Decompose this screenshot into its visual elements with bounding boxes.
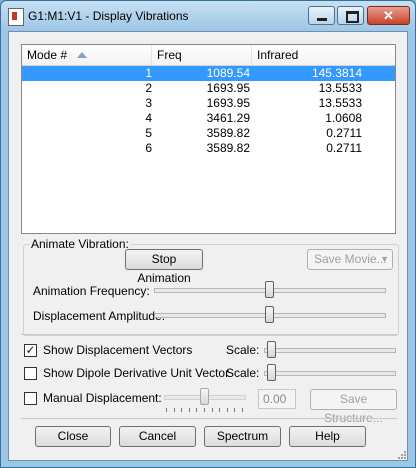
freq-cell: 3461.29	[206, 111, 250, 125]
separator	[21, 334, 397, 335]
app-icon	[8, 8, 24, 26]
minimize-icon	[317, 18, 327, 21]
column-header-infrared[interactable]: Infrared	[252, 45, 395, 65]
manual-displacement-checkbox[interactable]	[24, 392, 37, 405]
slider-tick	[226, 408, 228, 412]
mode-cell: 2	[145, 81, 152, 95]
dipole-scale-slider[interactable]	[266, 364, 276, 381]
infrared-cell: 13.5533	[318, 96, 362, 110]
list-item[interactable]: 4 3461.29 1.0608	[22, 111, 395, 126]
mode-cell: 3	[145, 96, 152, 110]
infrared-cell: 0.2711	[326, 126, 362, 140]
show-displacement-vectors-checkbox[interactable]: ✓	[24, 343, 37, 357]
minimize-button[interactable]	[308, 6, 335, 25]
show-displacement-vectors-label: Show Displacement Vectors	[43, 343, 193, 357]
list-item[interactable]: 2 1693.95 13.5533	[22, 81, 395, 96]
show-dipole-vector-label: Show Dipole Derivative Unit Vector	[43, 366, 230, 380]
slider-tick	[188, 408, 190, 412]
mode-cell: 4	[145, 111, 152, 125]
mode-cell: 6	[145, 141, 152, 155]
close-icon: ✕	[383, 8, 394, 23]
infrared-cell: 13.5533	[318, 81, 362, 95]
displacement-scale-track	[264, 348, 396, 353]
freq-cell: 1693.95	[206, 81, 250, 95]
list-header: Mode # Freq Infrared	[22, 45, 395, 66]
help-button[interactable]: Help	[289, 426, 366, 447]
separator	[21, 418, 397, 419]
slider-tick	[204, 408, 205, 412]
dropdown-arrow-icon: ▼	[380, 254, 389, 264]
slider-tick	[173, 408, 175, 412]
slider-tick	[211, 408, 213, 412]
displacement-scale-slider[interactable]	[266, 341, 276, 358]
maximize-icon	[346, 11, 359, 23]
slider-tick	[219, 408, 221, 412]
slider-tick	[242, 408, 243, 412]
window-title: G1:M1:V1 - Display Vibrations	[28, 9, 189, 23]
infrared-cell: 145.3814	[311, 66, 362, 80]
save-structure-button[interactable]: Save Structure...	[310, 389, 397, 425]
sort-ascending-icon	[77, 52, 88, 58]
slider-tick	[234, 408, 236, 412]
close-window-button[interactable]: ✕	[367, 6, 410, 25]
animation-frequency-slider[interactable]	[265, 281, 274, 298]
infrared-cell: 1.0608	[325, 111, 362, 125]
dialog-body: Mode # Freq Infrared 1 1089.54 145.3814 2 16…	[8, 31, 408, 461]
animation-frequency-label: Animation Frequency:	[33, 284, 150, 298]
slider-tick	[181, 408, 183, 412]
display-vibrations-window: G1:M1:V1 - Display Vibrations ✕ Mode # F…	[0, 0, 416, 468]
maximize-button[interactable]	[337, 6, 364, 25]
freq-cell: 1089.54	[206, 66, 250, 80]
displacement-scale-label: Scale:	[226, 343, 260, 357]
manual-displacement-slider[interactable]	[200, 388, 209, 405]
freq-cell: 1693.95	[206, 96, 250, 110]
column-header-freq[interactable]: Freq	[152, 45, 252, 65]
list-item[interactable]: 5 3589.82 0.2711	[22, 126, 395, 141]
displacement-amplitude-label: Displacement Amplitude:	[33, 309, 166, 323]
list-item[interactable]: 1 1089.54 145.3814	[22, 66, 395, 81]
close-button[interactable]: Close	[35, 426, 111, 447]
freq-cell: 3589.82	[206, 126, 250, 140]
list-item[interactable]: 3 1693.95 13.5533	[22, 96, 395, 111]
cancel-button[interactable]: Cancel	[119, 426, 196, 447]
mode-cell: 1	[145, 66, 152, 80]
slider-tick	[166, 408, 167, 412]
list-item[interactable]: 6 3589.82 0.2711	[22, 141, 395, 156]
mode-cell: 5	[145, 126, 152, 140]
column-header-mode[interactable]: Mode #	[22, 45, 152, 65]
displacement-amplitude-slider[interactable]	[265, 306, 274, 323]
stop-animation-button[interactable]: Stop Animation	[125, 249, 203, 285]
dipole-scale-track	[264, 371, 396, 376]
spectrum-button[interactable]: Spectrum	[204, 426, 281, 447]
manual-displacement-value[interactable]: 0.00	[258, 389, 296, 409]
vibrations-list[interactable]: Mode # Freq Infrared 1 1089.54 145.3814 2 16…	[21, 44, 396, 234]
checkmark-icon: ✓	[25, 343, 36, 357]
manual-displacement-label: Manual Displacement:	[43, 391, 162, 405]
slider-tick	[196, 408, 198, 412]
infrared-cell: 0.2711	[326, 141, 362, 155]
save-movie-button[interactable]: Save Movie... ▼	[307, 249, 393, 270]
resize-grip-icon[interactable]	[396, 449, 406, 459]
show-dipole-vector-checkbox[interactable]	[24, 367, 37, 380]
animate-vibration-label: Animate Vibration:	[29, 237, 131, 251]
title-bar[interactable]: G1:M1:V1 - Display Vibrations ✕	[1, 1, 415, 31]
freq-cell: 3589.82	[206, 141, 250, 155]
dipole-scale-label: Scale:	[226, 366, 260, 380]
